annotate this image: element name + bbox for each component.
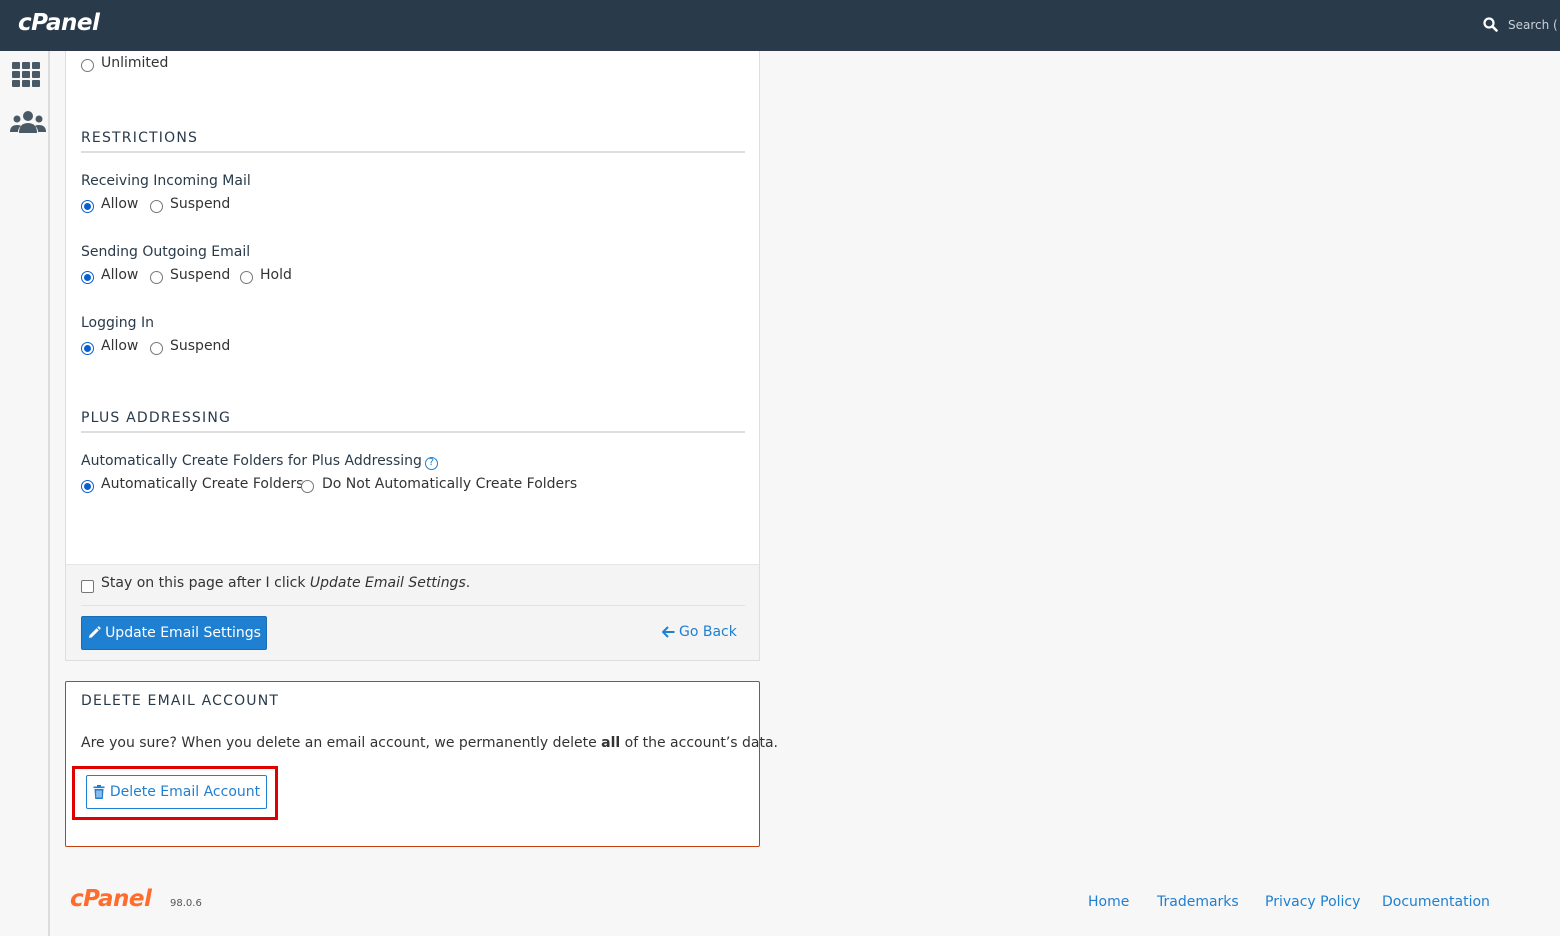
delete-email-account-panel: DELETE EMAIL ACCOUNT Are you sure? When … — [65, 681, 778, 847]
go-back-link[interactable]: Go Back — [662, 624, 737, 640]
no-auto-create-folders-label: Do Not Automatically Create Folders — [322, 476, 578, 492]
arrow-left-icon — [662, 626, 675, 638]
stay-on-page-checkbox[interactable] — [81, 580, 94, 593]
actions-divider — [81, 605, 745, 606]
search-icon — [1483, 17, 1498, 32]
version-number: 98.0.6 — [170, 898, 202, 909]
pencil-icon — [89, 626, 101, 638]
update-email-settings-label: Update Email Settings — [105, 625, 261, 641]
delete-warning-end: of the account’s data. — [620, 735, 778, 751]
footer-link-documentation[interactable]: Documentation — [1382, 894, 1490, 910]
go-back-label: Go Back — [679, 624, 737, 640]
sending-suspend-label: Suspend — [170, 267, 231, 283]
sending-allow-radio[interactable] — [81, 271, 94, 284]
delete-email-account-button[interactable]: Delete Email Account — [86, 775, 267, 809]
sending-allow-label: Allow — [101, 267, 139, 283]
plus-addressing-label-text: Automatically Create Folders for Plus Ad… — [81, 453, 422, 469]
sending-suspend-radio[interactable] — [150, 271, 163, 284]
plus-addressing-heading: PLUS ADDRESSING — [81, 410, 232, 426]
sending-email-label: Sending Outgoing Email — [81, 244, 251, 260]
logging-in-label: Logging In — [81, 315, 154, 331]
trash-icon — [93, 785, 105, 799]
unlimited-label: Unlimited — [101, 55, 169, 71]
panel-actions: Stay on this page after I click Update E… — [66, 564, 759, 660]
footer-link-trademarks[interactable]: Trademarks — [1157, 894, 1239, 910]
email-settings-panel: Unlimited RESTRICTIONS Receiving Incomin… — [65, 51, 760, 661]
receiving-allow-radio[interactable] — [81, 200, 94, 213]
grid-icon[interactable] — [10, 61, 42, 89]
login-allow-radio[interactable] — [81, 342, 94, 355]
restrictions-heading: RESTRICTIONS — [81, 130, 199, 146]
stay-on-page-end: . — [465, 575, 471, 591]
footer-link-home[interactable]: Home — [1088, 894, 1129, 910]
plus-addressing-divider — [81, 431, 745, 433]
login-suspend-radio[interactable] — [150, 342, 163, 355]
footer-link-privacy-policy[interactable]: Privacy Policy — [1265, 894, 1360, 910]
update-email-settings-button[interactable]: Update Email Settings — [81, 616, 267, 650]
receiving-suspend-label: Suspend — [170, 196, 231, 212]
stay-on-page-text: Stay on this page after I click — [101, 575, 310, 591]
auto-create-folders-radio[interactable] — [81, 480, 94, 493]
search-box[interactable]: Search ( / — [1483, 17, 1560, 32]
sending-hold-label: Hold — [260, 267, 292, 283]
no-auto-create-folders-radio[interactable] — [301, 480, 314, 493]
receiving-mail-label: Receiving Incoming Mail — [81, 173, 251, 189]
login-suspend-label: Suspend — [170, 338, 231, 354]
delete-warning-text: Are you sure? When you delete an email a… — [81, 735, 602, 751]
unlimited-radio[interactable] — [81, 59, 94, 72]
sending-hold-radio[interactable] — [240, 271, 253, 284]
restrictions-divider — [81, 151, 745, 153]
stay-on-page-label: Stay on this page after I click Update E… — [101, 575, 470, 591]
search-input[interactable]: Search ( / — [1508, 18, 1560, 32]
receiving-suspend-radio[interactable] — [150, 200, 163, 213]
receiving-allow-label: Allow — [101, 196, 139, 212]
help-icon[interactable]: ? — [424, 457, 438, 470]
login-allow-label: Allow — [101, 338, 139, 354]
footer-cpanel-logo[interactable]: cPanel — [70, 886, 152, 912]
delete-warning: Are you sure? When you delete an email a… — [81, 735, 778, 751]
stay-on-page-emphasis: Update Email Settings — [309, 575, 466, 591]
auto-create-folders-label: Automatically Create Folders — [101, 476, 304, 492]
users-icon[interactable] — [10, 109, 46, 137]
sidebar — [0, 51, 50, 936]
top-bar: cPanel Search ( / — [0, 0, 1560, 51]
cpanel-logo[interactable]: cPanel — [18, 10, 100, 36]
plus-addressing-label: Automatically Create Folders for Plus Ad… — [81, 453, 438, 470]
delete-email-account-label: Delete Email Account — [109, 784, 261, 800]
delete-heading: DELETE EMAIL ACCOUNT — [81, 693, 280, 709]
delete-warning-bold: all — [601, 735, 621, 751]
